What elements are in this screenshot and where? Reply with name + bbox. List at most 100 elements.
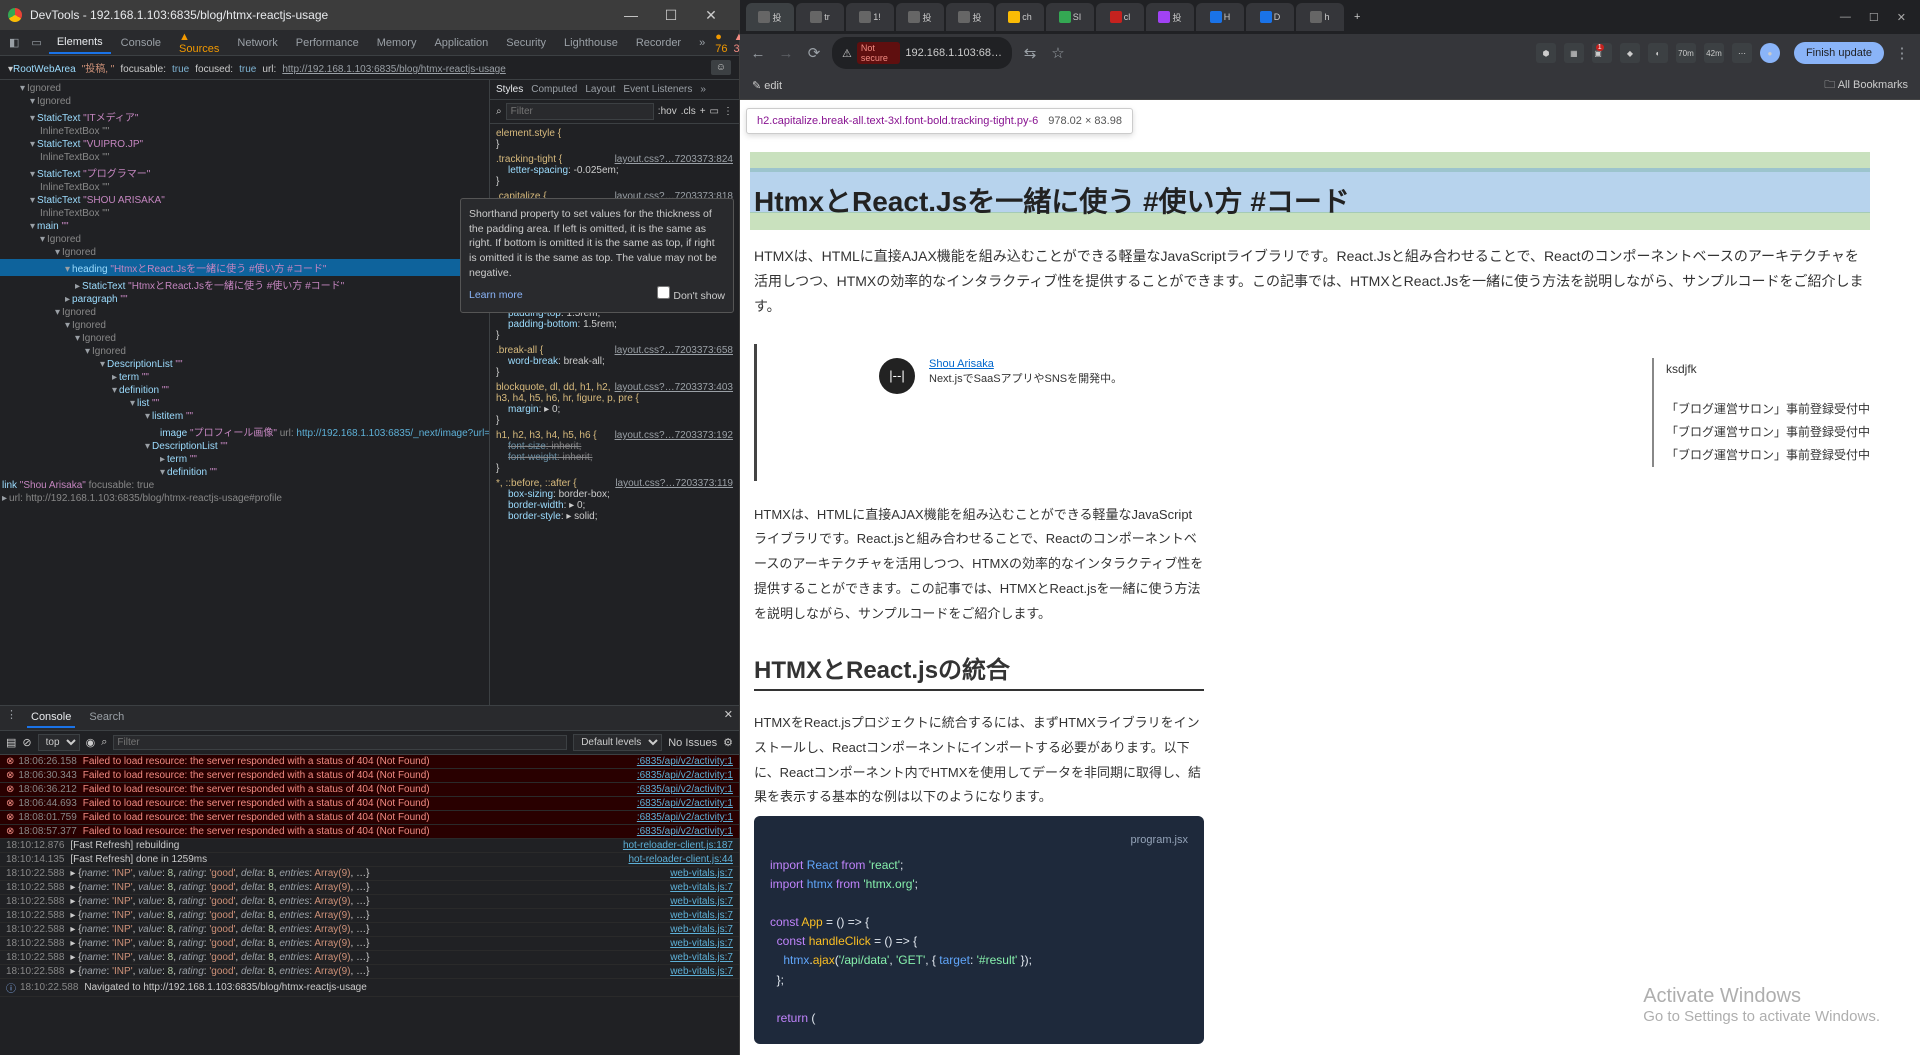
subtab-more-icon[interactable]: » [700,84,706,95]
reload-icon[interactable]: ⟳ [804,44,824,62]
tree-node[interactable]: ▾StaticText "プログラマー" [0,164,489,181]
url-bar[interactable]: ⚠ Not secure 192.168.1.103:68… [832,37,1012,69]
context-select[interactable]: top [38,734,80,751]
console-log-row[interactable]: 18:10:22.588▸ {name: 'INP', value: 8, ra… [0,909,739,923]
tree-node[interactable]: ▾main "" [0,220,489,233]
hov-toggle[interactable]: :hov [658,106,677,117]
console-log-row[interactable]: 18:10:14.135[Fast Refresh] done in 1259m… [0,853,739,867]
tree-node[interactable]: ▾StaticText "SHOU ARISAKA" [0,194,489,207]
close-icon[interactable]: ✕ [691,7,731,24]
console-settings-icon[interactable]: ⚙ [723,736,733,749]
tree-node[interactable]: ▸StaticText "HtmxとReact.Jsを一緒に使う #使い方 #コ… [0,276,489,293]
tab-application[interactable]: Application [426,33,496,53]
menu-kebab-icon[interactable]: ⋮ [1892,44,1912,62]
star-icon[interactable]: ☆ [1048,44,1068,62]
ext-icon-8[interactable]: ⋯ [1732,43,1752,63]
issues-badge[interactable]: No Issues [668,737,717,749]
browser-tab[interactable]: 投 [896,3,944,31]
share-icon[interactable]: ⇆ [1020,44,1040,62]
browser-tab[interactable]: 投 [746,3,794,31]
tree-node[interactable]: ▾heading "HtmxとReact.Jsを一緒に使う #使い方 #コード" [0,259,489,276]
tree-node[interactable]: ▾StaticText "ITメディア" [0,108,489,125]
finish-update-button[interactable]: Finish update [1794,42,1884,64]
tree-node[interactable]: ▾StaticText "VUIPRO.JP" [0,138,489,151]
ext-icon-1[interactable]: ⬢ [1536,43,1556,63]
tree-node[interactable]: ▾Ignored [0,306,489,319]
browser-tab[interactable]: h [1296,3,1344,31]
subtab-styles[interactable]: Styles [496,84,523,95]
forward-icon[interactable]: → [776,45,796,62]
console-log-row[interactable]: ⊗18:06:44.693Failed to load resource: th… [0,797,739,811]
cls-toggle[interactable]: .cls [681,106,696,117]
ext-icon-5[interactable]: ◐ [1648,43,1668,63]
browser-tab[interactable]: 投 [946,3,994,31]
browser-tab[interactable]: D [1246,3,1294,31]
computed-toggle-icon[interactable]: ▭ [710,106,719,117]
log-levels-select[interactable]: Default levels [573,734,662,751]
ext-icon-6[interactable]: 70m [1676,43,1696,63]
more-styles-icon[interactable]: ⋮ [723,106,733,117]
back-icon[interactable]: ← [748,45,768,62]
tree-node[interactable]: ▸url: http://192.168.1.103:6835/blog/htm… [0,492,489,505]
maximize-icon[interactable]: ☐ [651,7,691,24]
minimize-icon[interactable]: — [1840,11,1851,24]
tree-node[interactable]: InlineTextBox "" [0,181,489,194]
new-tab-button[interactable]: + [1346,11,1368,23]
clear-console-icon[interactable]: ⊘ [22,736,31,749]
tab-recorder[interactable]: Recorder [628,33,689,53]
tree-node[interactable]: ▾listitem "" [0,410,489,423]
drawer-kebab-icon[interactable]: ⋮ [6,708,17,728]
tab-lighthouse[interactable]: Lighthouse [556,33,626,53]
page-viewport[interactable]: h2.capitalize.break-all.text-3xl.font-bo… [740,100,1920,1055]
console-log-row[interactable]: 18:10:22.588▸ {name: 'INP', value: 8, ra… [0,895,739,909]
tab-more-icon[interactable]: » [691,33,713,53]
console-log-row[interactable]: 18:10:12.876[Fast Refresh] rebuildinghot… [0,839,739,853]
console-log-row[interactable]: ⓘ18:10:22.588Navigated to http://192.168… [0,979,739,997]
tab-elements[interactable]: Elements [49,32,111,54]
browser-tab[interactable]: cl [1096,3,1144,31]
tree-node[interactable]: ▾Ignored [0,246,489,259]
ext-icon-7[interactable]: 42m [1704,43,1724,63]
subtab-layout[interactable]: Layout [585,84,615,95]
browser-tab[interactable]: 1! [846,3,894,31]
dont-show-checkbox[interactable]: Don't show [657,286,725,304]
tree-node[interactable]: InlineTextBox "" [0,125,489,138]
tree-node[interactable]: ▸term "" [0,371,489,384]
console-log-row[interactable]: ⊗18:08:01.759Failed to load resource: th… [0,811,739,825]
tree-node[interactable]: ▸term "" [0,453,489,466]
ext-icon-2[interactable]: ▦ [1564,43,1584,63]
tab-console[interactable]: Console [113,33,169,53]
browser-tab[interactable]: ch [996,3,1044,31]
live-expr-icon[interactable]: ◉ [86,736,96,749]
console-log-row[interactable]: 18:10:22.588▸ {name: 'INP', value: 8, ra… [0,965,739,979]
browser-tab[interactable]: H [1196,3,1244,31]
tree-node[interactable]: InlineTextBox "" [0,151,489,164]
console-log-area[interactable]: ⊗18:06:26.158Failed to load resource: th… [0,755,739,1055]
a11y-toggle-icon[interactable]: ☺ [711,60,731,75]
console-log-row[interactable]: 18:10:22.588▸ {name: 'INP', value: 8, ra… [0,937,739,951]
styles-filter-input[interactable] [506,103,654,120]
profile-avatar-icon[interactable]: ● [1760,43,1780,63]
accessibility-tree[interactable]: ▾Ignored▾Ignored▾StaticText "ITメディア"Inli… [0,80,489,705]
author-link[interactable]: Shou Arisaka [929,358,994,370]
close-icon[interactable]: ✕ [1897,11,1906,24]
ext-icon-3[interactable]: ▣1 [1592,43,1612,63]
edit-bookmark[interactable]: ✎ edit [752,79,782,92]
browser-tab[interactable]: 投 [1146,3,1194,31]
tree-node[interactable]: ▾Ignored [0,345,489,358]
maximize-icon[interactable]: ☐ [1869,11,1879,24]
tree-node[interactable]: ▾Ignored [0,82,489,95]
console-log-row[interactable]: 18:10:22.588▸ {name: 'INP', value: 8, ra… [0,867,739,881]
tree-node[interactable]: ▸paragraph "" [0,293,489,306]
console-filter-input[interactable] [113,735,567,750]
tree-node[interactable]: ▾definition "" [0,466,489,479]
tree-node[interactable]: ▾DescriptionList "" [0,440,489,453]
tab-sources[interactable]: ▲ Sources [171,27,227,59]
tab-memory[interactable]: Memory [369,33,425,53]
subtab-eventlisteners[interactable]: Event Listeners [623,84,692,95]
console-log-row[interactable]: ⊗18:06:30.343Failed to load resource: th… [0,769,739,783]
tree-node[interactable]: ▾Ignored [0,332,489,345]
warn-count[interactable]: ● 76 [715,31,727,55]
console-sidebar-icon[interactable]: ▤ [6,736,16,749]
tab-performance[interactable]: Performance [288,33,367,53]
